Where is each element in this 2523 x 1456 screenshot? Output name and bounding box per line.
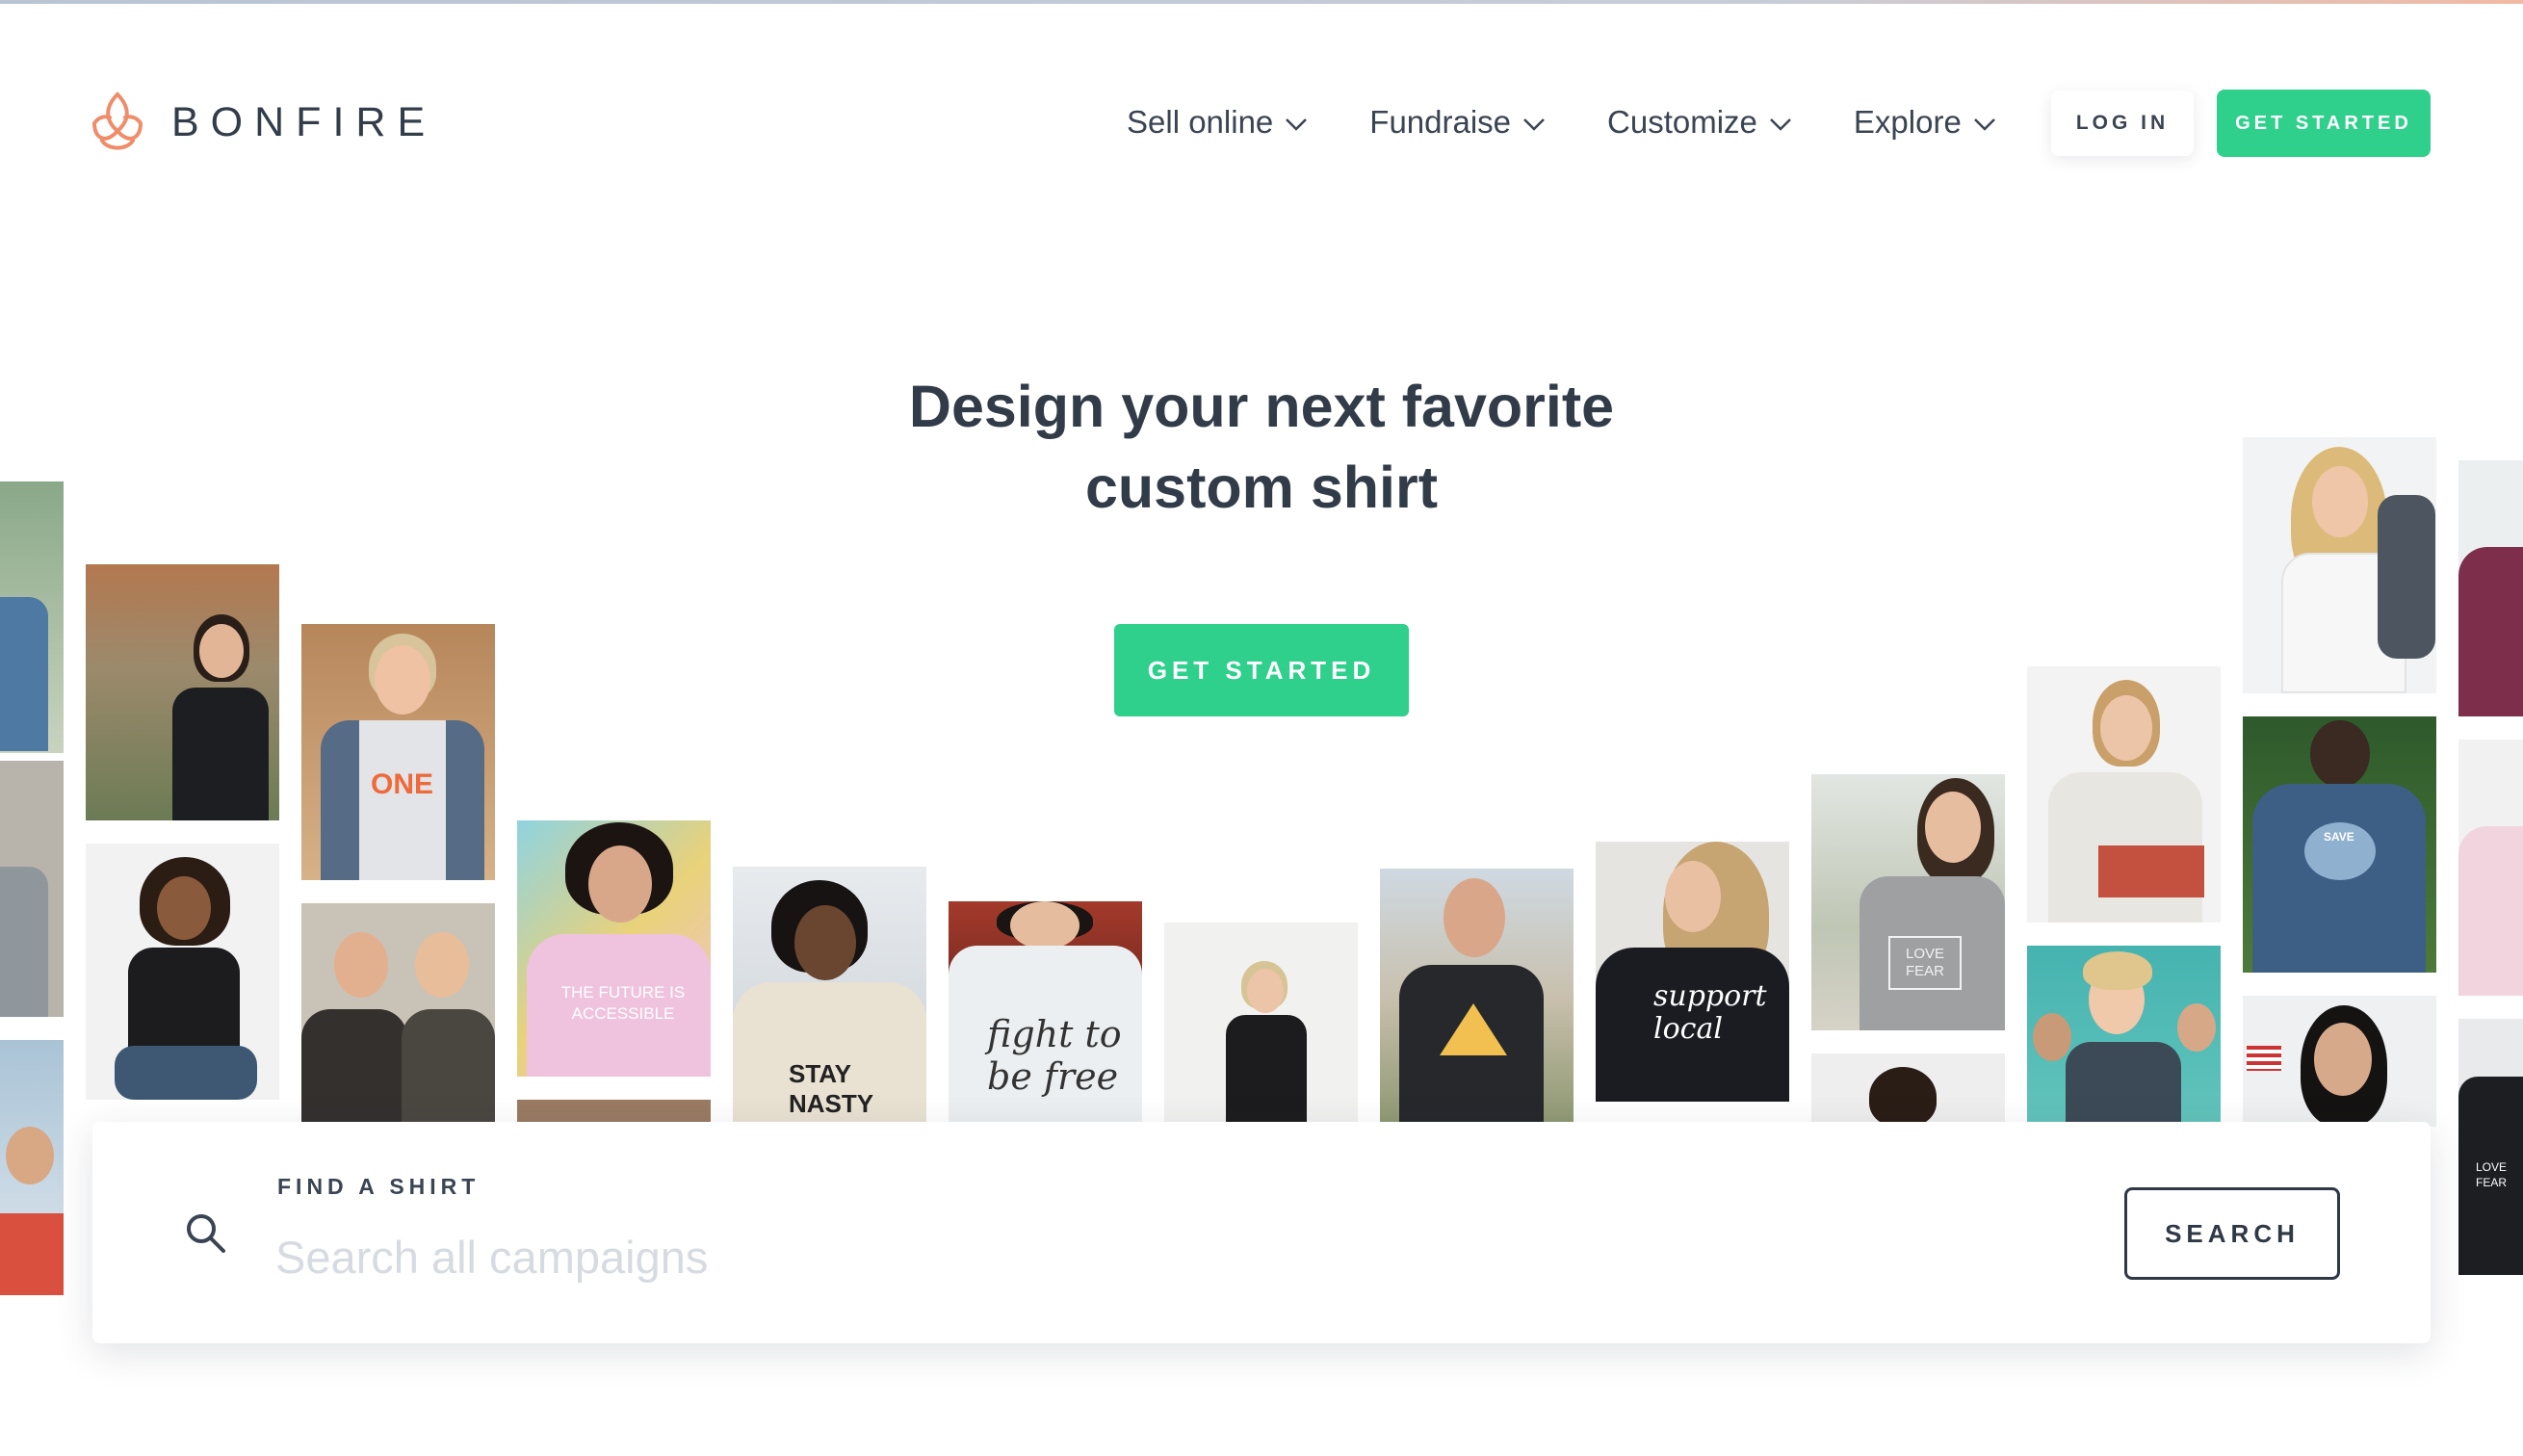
hero-title-line-1: Design your next favorite [908,374,1615,439]
nav-sell-online[interactable]: Sell online [1127,104,1308,141]
photo-tile: ONE [301,624,495,880]
photo-tile: fight to be free [949,901,1142,1127]
photo-tile [1811,1053,2005,1127]
nav-fundraise[interactable]: Fundraise [1369,104,1546,141]
shirt-print-text: ONE [371,768,434,800]
photo-tile [2458,460,2523,716]
shirt-print-text: support local [1653,979,1767,1046]
nav-item-label: Fundraise [1369,104,1512,140]
site-header: BONFIRE Sell online Fundraise Customize … [0,0,2523,231]
search-input[interactable] [275,1218,1912,1295]
flame-petal-icon [91,91,143,150]
nav-explore[interactable]: Explore [1854,104,1996,141]
photo-tile [86,844,279,1100]
photo-tile [1164,923,1358,1127]
photo-tile: SAVE [2243,716,2436,973]
photo-tile: LOVE FEAR [2458,1019,2523,1275]
nav-customize[interactable]: Customize [1607,104,1792,141]
photo-tile [2243,437,2436,693]
photo-tile [2027,666,2221,923]
main-nav: Sell online Fundraise Customize Explore [1127,104,2058,141]
search-button[interactable]: SEARCH [2124,1187,2340,1280]
shirt-print-text: STAY NASTY [789,1059,874,1118]
photo-tile [1380,869,1574,1127]
search-icon [187,1214,225,1253]
brand-name: BONFIRE [171,98,437,145]
get-started-hero-button[interactable]: GET STARTED [1114,624,1409,716]
photo-tile [2027,946,2221,1127]
chevron-down-icon [1523,118,1545,131]
shirt-print-text: LOVE FEAR [2475,1160,2507,1189]
shirt-print-text: THE FUTURE IS ACCESSIBLE [560,983,686,1023]
photo-tile [2458,740,2523,996]
logo[interactable]: BONFIRE [89,89,436,156]
nav-item-label: Explore [1853,104,1962,140]
photo-tile [0,481,64,753]
hero-title-line-2: custom shirt [1084,455,1439,520]
get-started-header-button[interactable]: GET STARTED [2217,90,2431,157]
nav-item-label: Customize [1607,104,1757,140]
photo-tile: LOVE FEAR [1811,774,2005,1030]
photo-tile: STAY NASTY [733,867,926,1127]
chevron-down-icon [1770,118,1791,131]
shirt-print-text: SAVE [2324,830,2354,844]
nav-item-label: Sell online [1127,104,1274,140]
photo-tile [86,564,279,820]
chevron-down-icon [1286,118,1308,131]
hero-title: Design your next favorite custom shirt [780,366,1743,528]
chevron-down-icon [1973,118,1995,131]
shirt-print-text: fight to be free [987,1013,1122,1098]
shirt-print-text: LOVE FEAR [1888,936,1962,990]
photo-tile [0,1040,64,1295]
page: BONFIRE Sell online Fundraise Customize … [0,0,2523,1456]
photo-tile: support local [1596,842,1789,1102]
login-button[interactable]: LOG IN [2051,91,2194,156]
search-card: FIND A SHIRT SEARCH [92,1122,2431,1343]
photo-tile: THE FUTURE IS ACCESSIBLE [517,820,711,1077]
photo-tile [0,761,64,1017]
search-label: FIND A SHIRT [277,1174,481,1199]
photo-tile [2243,996,2436,1127]
